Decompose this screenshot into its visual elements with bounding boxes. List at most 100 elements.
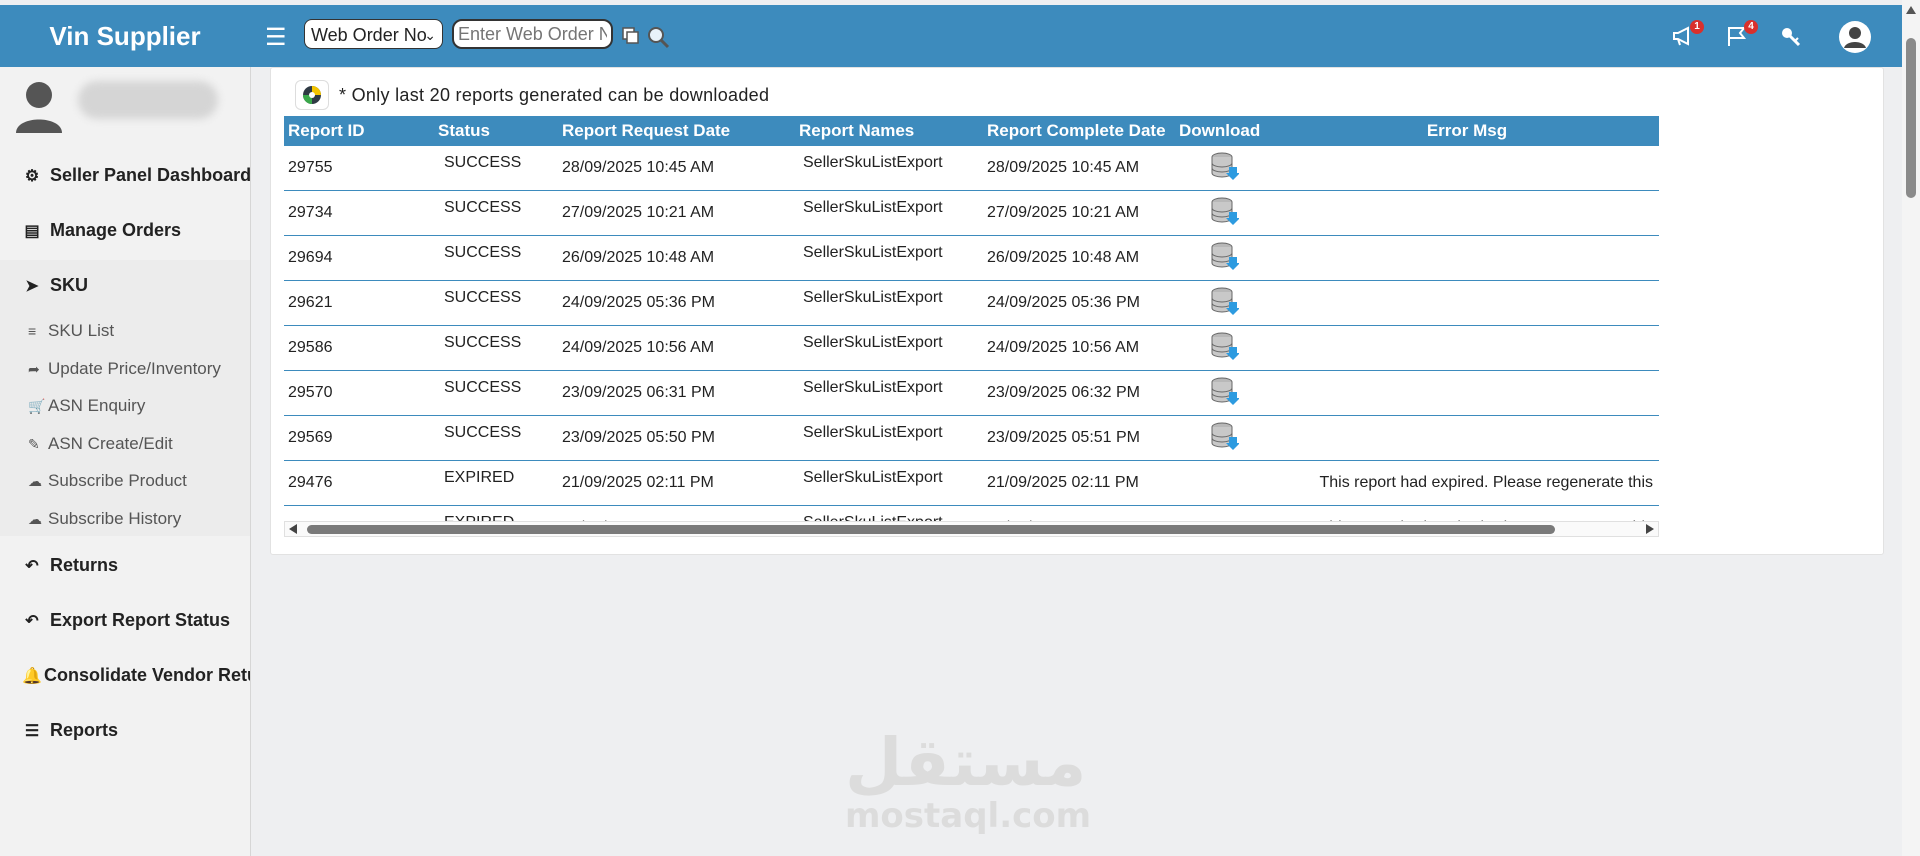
sidebar-item-reports[interactable]: ☰ Reports [22,720,250,741]
list-icon: ▤ [24,223,40,240]
cell-status: SUCCESS [434,146,558,191]
cell-download[interactable] [1175,325,1275,371]
table-row: 29621 SUCCESS 24/09/2025 05:36 PM SellerSku… [284,280,1659,326]
cell-download[interactable] [1175,415,1275,461]
scrollbar-thumb[interactable] [307,525,1555,534]
share-icon: ➦ [28,361,40,377]
flags-button[interactable]: 4 [1726,20,1758,53]
cell-request-date: 23/09/2025 06:31 PM [558,370,795,416]
sidebar-subitem-subscribe-history[interactable]: ☁ Subscribe History [28,509,181,529]
col-download[interactable]: Download [1175,116,1275,146]
sidebar-subitem-asn-create[interactable]: ✎ ASN Create/Edit [28,434,173,454]
col-report-complete-date[interactable]: Report Complete Date [983,116,1175,146]
cell-error-msg [1275,280,1659,326]
col-status[interactable]: Status [434,116,558,146]
flags-badge: 4 [1744,20,1758,34]
user-profile-button[interactable] [1838,20,1871,53]
table-header-row: Report ID Status Report Request Date Rep… [284,116,1659,146]
key-button[interactable] [1780,25,1808,53]
cell-request-date: 27/09/2025 10:21 AM [558,190,795,236]
paper-plane-icon: ➤ [25,278,39,295]
scroll-left-arrow-icon[interactable] [289,524,297,534]
sidebar-subitem-subscribe-product[interactable]: ☁ Subscribe Product [28,471,187,491]
cell-complete-date: 28/09/2025 10:45 AM [983,146,1175,191]
cell-download[interactable] [1175,235,1275,281]
cell-error-msg: This report had expired. Please regenera… [1275,460,1659,506]
sidebar-subitem-update-price[interactable]: ➦ Update Price/Inventory [28,359,221,379]
list-ol-icon: ≡ [28,323,37,339]
cell-download[interactable] [1175,190,1275,236]
database-download-icon[interactable] [1209,196,1240,226]
database-download-icon[interactable] [1209,151,1240,181]
cart-icon: 🛒 [28,398,46,414]
announcements-button[interactable]: 1 [1672,20,1704,53]
sidebar-item-sku[interactable]: ➤ SKU [22,275,250,296]
sidebar-subitem-sku-list[interactable]: ≡ SKU List [28,321,114,341]
sidebar-item-export-report-status[interactable]: ↶ Export Report Status [22,610,250,631]
col-report-names[interactable]: Report Names [795,116,983,146]
database-download-icon[interactable] [1209,286,1240,316]
col-report-id[interactable]: Report ID [284,116,434,146]
cell-error-msg [1275,325,1659,371]
table-row: 29476 EXPIRED 21/09/2025 02:11 PM SellerSku… [284,460,1659,506]
cell-report-name: SellerSkuListExport [795,325,983,371]
search-type-value: Web Order No [311,25,427,45]
database-download-icon[interactable] [1209,421,1240,451]
reports-table-body: 29755 SUCCESS 28/09/2025 10:45 AM SellerSku… [284,146,1659,540]
cell-status: EXPIRED [434,460,558,506]
cell-report-name: SellerSkuListExport [795,370,983,416]
database-download-icon[interactable] [1209,376,1240,406]
user-name-blurred [78,81,218,119]
sidebar-item-dashboard[interactable]: ⚙ Seller Panel Dashboard [22,165,250,186]
cell-report-name: SellerSkuListExport [795,190,983,236]
cell-report-id: 29621 [284,280,434,326]
database-download-icon[interactable] [1209,241,1240,271]
col-error-msg[interactable]: Error Msg [1275,116,1659,146]
refresh-icon [303,86,321,104]
hamburger-menu-icon[interactable]: ☰ [265,23,287,52]
cell-request-date: 24/09/2025 05:36 PM [558,280,795,326]
cell-complete-date: 27/09/2025 10:21 AM [983,190,1175,236]
brand-title[interactable]: Vin Supplier [0,5,250,67]
scroll-right-arrow-icon[interactable] [1646,524,1654,534]
database-download-icon[interactable] [1209,331,1240,361]
reports-table: Report ID Status Report Request Date Rep… [284,116,1659,540]
table-row: 29586 SUCCESS 24/09/2025 10:56 AM SellerSku… [284,325,1659,371]
cell-status: SUCCESS [434,370,558,416]
table-row: 29734 SUCCESS 27/09/2025 10:21 AM SellerSku… [284,190,1659,236]
search-icon[interactable] [646,25,670,49]
search-type-select[interactable]: Web Order No ⌄ [304,19,443,49]
sidebar-subitem-asn-enquiry[interactable]: 🛒 ASN Enquiry [28,396,145,416]
page-vertical-scrollbar[interactable] [1902,0,1920,856]
cell-error-msg [1275,415,1659,461]
sidebar-item-returns[interactable]: ↶ Returns [22,555,250,576]
watermark-latin: mostaql.com [845,796,1092,836]
web-order-search-input[interactable] [452,19,613,49]
cell-report-id: 29694 [284,235,434,281]
cell-error-msg [1275,370,1659,416]
cell-error-msg [1275,146,1659,191]
refresh-button[interactable] [295,80,329,110]
cell-complete-date: 23/09/2025 05:51 PM [983,415,1175,461]
cell-status: SUCCESS [434,280,558,326]
copy-icon[interactable] [622,27,640,45]
user-avatar-icon [16,82,62,133]
cell-download[interactable] [1175,146,1275,191]
cell-complete-date: 24/09/2025 05:36 PM [983,280,1175,326]
cell-status: SUCCESS [434,190,558,236]
sidebar-item-manage-orders[interactable]: ▤ Manage Orders [22,220,250,241]
sidebar-item-consolidate-vendor-returns[interactable]: 🔔Consolidate Vendor Returns [22,665,250,686]
col-report-request-date[interactable]: Report Request Date [558,116,795,146]
scroll-up-arrow-icon[interactable] [1906,6,1916,14]
cell-download[interactable] [1175,370,1275,416]
cell-status: SUCCESS [434,415,558,461]
bell-icon: 🔔 [22,668,42,685]
cell-request-date: 21/09/2025 02:11 PM [558,460,795,506]
cloud-upload-icon: ☁ [28,473,42,489]
cell-error-msg [1275,190,1659,236]
cell-report-id: 29734 [284,190,434,236]
page-scrollbar-thumb[interactable] [1906,38,1916,198]
table-horizontal-scrollbar[interactable] [284,521,1659,537]
cell-download[interactable] [1175,280,1275,326]
key-icon [1782,28,1801,47]
